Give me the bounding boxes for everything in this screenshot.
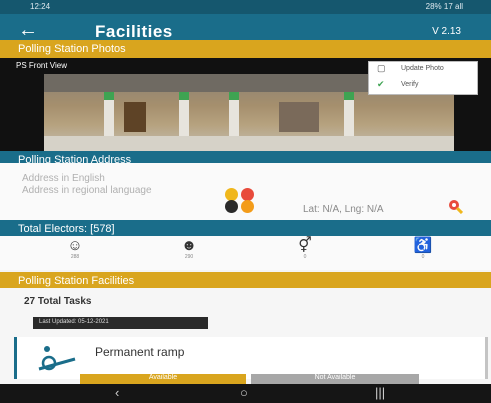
wheelchair-icon[interactable]: ♿ 0	[408, 238, 438, 266]
location-pin-icon[interactable]	[447, 198, 463, 214]
check-icon: ✔	[377, 79, 385, 89]
system-nav-bar: ‹ ○ |||	[0, 384, 491, 403]
app-version: V 2.13	[432, 26, 461, 37]
facilities-section-title: Polling Station Facilities	[18, 275, 135, 287]
photo-actions-menu: ▢ Update Photo ✔ Verify	[368, 61, 478, 95]
photo-door	[279, 102, 319, 132]
total-tasks-text: 27 Total Tasks	[24, 296, 92, 307]
photo-ground	[44, 136, 454, 152]
recents-nav-icon[interactable]: |||	[375, 385, 385, 400]
last-updated-badge: Last Updated: 05-12-2021	[33, 317, 208, 329]
electors-title: Total Electors: [578]	[18, 223, 115, 235]
facility-label: Permanent ramp	[95, 345, 185, 359]
back-nav-icon[interactable]: ‹	[115, 385, 119, 400]
photos-section-header: Polling Station Photos	[0, 40, 491, 58]
update-photo-button[interactable]: ▢ Update Photo	[369, 62, 477, 77]
status-indicators: 28% 17 all	[425, 2, 463, 11]
lat-lng-text: Lat: N/A, Lng: N/A	[303, 204, 384, 215]
verify-button[interactable]: ✔ Verify	[369, 78, 477, 93]
address-regional: Address in regional language	[22, 185, 152, 196]
page-title: Facilities	[95, 22, 173, 41]
voter-female-icon[interactable]: ☻ 290	[174, 238, 204, 266]
home-nav-icon[interactable]: ○	[240, 385, 248, 400]
facility-card[interactable]: Permanent ramp	[14, 337, 488, 379]
status-bar: 12:24 28% 17 all	[0, 0, 491, 14]
photos-section-title: Polling Station Photos	[18, 43, 126, 55]
ramp-icon	[38, 346, 76, 371]
status-time: 12:24	[30, 2, 51, 11]
voter-male-icon[interactable]: ☺ 288	[60, 238, 90, 266]
third-gender-icon[interactable]: ⚥ 0	[290, 238, 320, 266]
back-arrow-icon[interactable]: ←	[18, 19, 38, 42]
camera-icon: ▢	[377, 63, 386, 73]
address-english: Address in English	[22, 173, 105, 184]
photo-label: PS Front View	[16, 61, 67, 70]
photo-door	[124, 102, 146, 132]
dots-logo-icon	[225, 188, 275, 213]
